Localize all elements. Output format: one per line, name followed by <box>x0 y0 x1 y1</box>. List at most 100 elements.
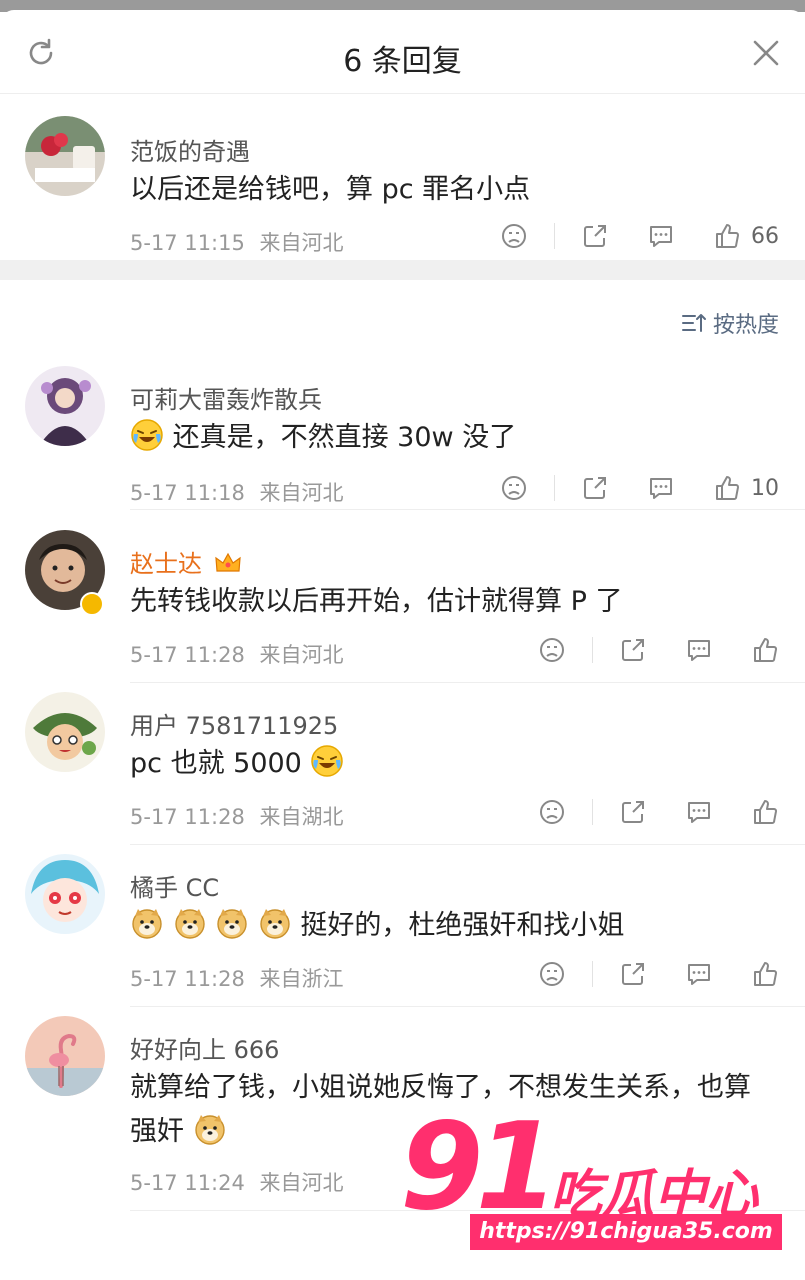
dislike-button[interactable] <box>500 222 528 250</box>
comment-location: 来自河北 <box>259 231 344 255</box>
dislike-button[interactable] <box>538 960 566 988</box>
comment-actions: 66 <box>500 222 779 250</box>
comment-text: 以后还是给钱吧，算 pc 罪名小点 <box>130 174 531 205</box>
reply-button[interactable] <box>685 798 713 826</box>
comment-text: 还真是，不然直接 30w 没了 <box>130 416 777 460</box>
comment-location: 来自浙江 <box>259 967 344 991</box>
pinned-comment: 范饭的奇遇 以后还是给钱吧，算 pc 罪名小点 5-17 11:15 来自河北 … <box>0 94 805 260</box>
commenter-name-text: 赵士达 <box>130 550 202 578</box>
reply-button[interactable] <box>647 474 675 502</box>
like-button[interactable] <box>751 636 779 664</box>
comment-item: 橘手 CC 挺好的，杜绝强奸和找小姐 5-17 11:28 来自浙江 <box>0 852 805 1007</box>
doge-emoji <box>193 1112 227 1146</box>
dislike-button[interactable] <box>500 474 528 502</box>
share-button[interactable] <box>619 636 647 664</box>
verified-badge-icon <box>80 592 104 616</box>
dislike-button[interactable] <box>538 798 566 826</box>
comment-body: pc 也就 5000 <box>130 748 302 779</box>
row-divider <box>130 1006 805 1007</box>
commenter-name[interactable]: 赵士达 <box>130 544 242 579</box>
row-divider <box>130 682 805 683</box>
commenter-name[interactable]: 范饭的奇遇 <box>130 132 250 167</box>
like-button[interactable] <box>751 798 779 826</box>
sad-face-icon <box>502 476 526 500</box>
thumbs-up-icon <box>754 800 777 824</box>
like-count: 10 <box>751 475 779 501</box>
comment-meta: 5-17 11:15 来自河北 <box>130 227 344 257</box>
comment-meta: 5-17 11:28 来自浙江 <box>130 963 344 993</box>
sad-face-icon <box>540 800 564 824</box>
doge-emoji <box>258 906 292 940</box>
close-icon[interactable] <box>751 38 781 68</box>
share-icon <box>622 801 644 823</box>
sort-label: 按热度 <box>712 313 779 338</box>
share-icon <box>622 639 644 661</box>
doge-emoji <box>173 906 207 940</box>
comment-icon <box>650 478 672 499</box>
comment-icon <box>650 226 672 247</box>
action-separator <box>592 637 593 663</box>
commenter-name[interactable]: 橘手 CC <box>130 868 219 903</box>
comment-location: 来自河北 <box>259 481 344 505</box>
like-button[interactable]: 10 <box>713 474 779 502</box>
avatar[interactable] <box>25 366 105 446</box>
sort-toggle[interactable]: 按热度 <box>681 308 779 338</box>
commenter-name[interactable]: 可莉大雷轰炸散兵 <box>130 380 322 415</box>
thumbs-up-icon <box>754 962 777 986</box>
like-count: 66 <box>751 223 779 249</box>
laugh-cry-emoji <box>310 744 344 778</box>
row-divider <box>130 844 805 845</box>
share-icon <box>584 225 606 247</box>
comment-actions <box>538 798 779 826</box>
thumbs-up-icon <box>716 476 739 500</box>
commenter-name[interactable]: 好好向上 666 <box>130 1030 279 1065</box>
share-button[interactable] <box>581 474 609 502</box>
comment-time: 5-17 11:24 <box>130 1171 245 1195</box>
reply-button[interactable] <box>685 636 713 664</box>
sad-face-icon <box>540 962 564 986</box>
section-divider <box>0 260 805 280</box>
watermark-url: https://91chigua35.com <box>470 1214 782 1250</box>
sheet-title: 6 条回复 <box>343 44 462 79</box>
like-button[interactable]: 66 <box>713 222 779 250</box>
comment-actions: 10 <box>500 474 779 502</box>
comment-meta: 5-17 11:24 来自河北 <box>130 1167 344 1197</box>
comment-body: 挺好的，杜绝强奸和找小姐 <box>300 910 625 941</box>
sad-face-icon <box>502 224 526 248</box>
share-icon <box>584 477 606 499</box>
comment-body: 还真是，不然直接 30w 没了 <box>172 422 517 453</box>
action-separator <box>592 799 593 825</box>
share-button[interactable] <box>619 960 647 988</box>
comment-text: pc 也就 5000 <box>130 742 777 786</box>
comment-meta: 5-17 11:28 来自河北 <box>130 639 344 669</box>
comment-icon <box>688 802 710 823</box>
sad-face-icon <box>540 638 564 662</box>
comment-icon <box>688 964 710 985</box>
comment-meta: 5-17 11:28 来自湖北 <box>130 801 344 831</box>
crown-icon <box>214 552 241 572</box>
comment-icon <box>688 640 710 661</box>
laugh-cry-emoji <box>130 418 164 452</box>
comment-time: 5-17 11:15 <box>130 231 245 255</box>
avatar[interactable] <box>25 854 105 934</box>
row-divider <box>130 509 805 510</box>
share-button[interactable] <box>619 798 647 826</box>
avatar[interactable] <box>25 116 105 196</box>
avatar[interactable] <box>25 692 105 772</box>
comment-item: 可莉大雷轰炸散兵 还真是，不然直接 30w 没了 5-17 11:18 来自河北 <box>0 364 805 510</box>
like-button[interactable] <box>751 960 779 988</box>
reply-button[interactable] <box>685 960 713 988</box>
avatar[interactable] <box>25 1016 105 1096</box>
comment-item: 用户 7581711925 pc 也就 5000 5-17 11:28 来自湖北 <box>0 690 805 845</box>
thumbs-up-icon <box>754 638 777 662</box>
comment-time: 5-17 11:28 <box>130 967 245 991</box>
comment-meta: 5-17 11:18 来自河北 <box>130 477 344 507</box>
dislike-button[interactable] <box>538 636 566 664</box>
reply-button[interactable] <box>647 222 675 250</box>
share-button[interactable] <box>581 222 609 250</box>
share-icon <box>622 963 644 985</box>
action-separator <box>554 475 555 501</box>
watermark-logo: 91 吃瓜中心 https://91chigua35.com <box>400 1098 800 1258</box>
commenter-name[interactable]: 用户 7581711925 <box>130 706 338 741</box>
comment-time: 5-17 11:28 <box>130 643 245 667</box>
